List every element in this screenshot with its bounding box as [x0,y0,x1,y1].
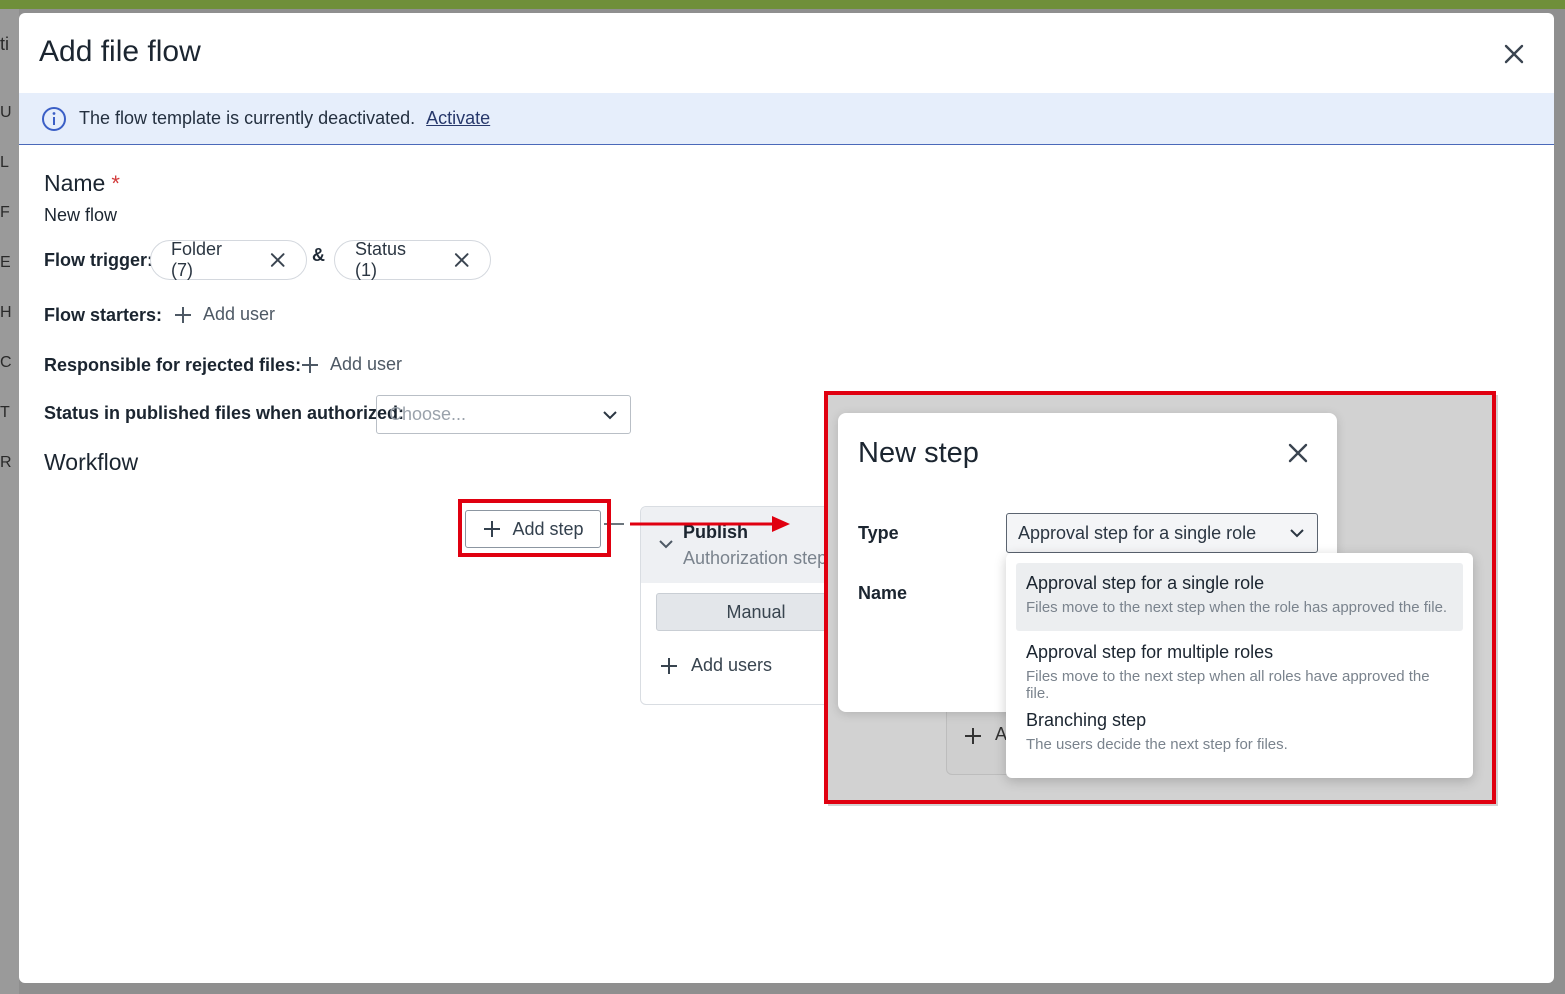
backdrop-text: T [0,404,10,421]
chip-label: Folder (7) [171,239,223,280]
trigger-joiner: & [312,245,325,265]
status-published-label: Status in published files when authorize… [44,403,405,423]
name-label: Name * [44,170,120,197]
remove-chip-icon[interactable] [269,251,286,269]
info-icon [42,106,66,131]
remove-chip-icon[interactable] [453,251,470,269]
backdrop-text: H [0,304,12,321]
rejected-files-label: Responsible for rejected files: [44,355,302,375]
add-user-label: Add user [203,304,276,324]
banner-text: The flow template is currently deactivat… [79,108,416,128]
name-label-text: Name [44,170,106,196]
add-flow-starter-button[interactable]: Add user [173,304,275,325]
plus-icon [302,356,318,373]
red-arrow-icon [630,516,790,532]
backdrop-text: E [0,254,11,271]
required-mark: * [111,171,120,196]
status-select-placeholder: Choose... [389,404,467,424]
backdrop-text: U [0,104,12,121]
modal-title: Add file flow [39,35,201,68]
flow-trigger-label: Flow trigger: [44,250,153,270]
add-users-button[interactable]: Add users [659,655,772,676]
trigger-chip-status[interactable]: Status (1) [334,239,491,280]
chip-label: Status (1) [355,239,407,280]
chevron-down-icon[interactable] [657,535,675,553]
flow-starters-label: Flow starters: [44,305,163,325]
trigger-chip-folder[interactable]: Folder (7) [150,239,307,280]
highlight-box [458,499,611,557]
step-subtitle: Authorization step [683,548,828,568]
deactivated-banner: The flow template is currently deactivat… [19,93,1554,145]
highlight-box [824,391,1496,804]
workflow-label: Workflow [44,449,139,475]
backdrop-text: L [0,154,9,171]
status-select[interactable]: Choose... [376,395,631,434]
plus-icon [175,306,191,323]
workflow-step-card[interactable]: Publish Authorization step Manual Add us… [640,506,855,705]
activate-link[interactable]: Activate [426,108,490,129]
add-user-label: Add user [330,354,403,374]
app-top-bar [0,0,1565,9]
close-icon[interactable] [1499,39,1529,69]
plus-icon [661,657,677,674]
add-rejected-user-button[interactable]: Add user [300,354,402,375]
backdrop-text: ti [0,34,9,54]
add-users-label: Add users [691,655,773,675]
backdrop-text: C [0,354,12,371]
chevron-down-icon [603,410,617,419]
backdrop-text: R [0,454,12,471]
backdrop-text: F [0,204,10,221]
name-value[interactable]: New flow [44,205,117,226]
